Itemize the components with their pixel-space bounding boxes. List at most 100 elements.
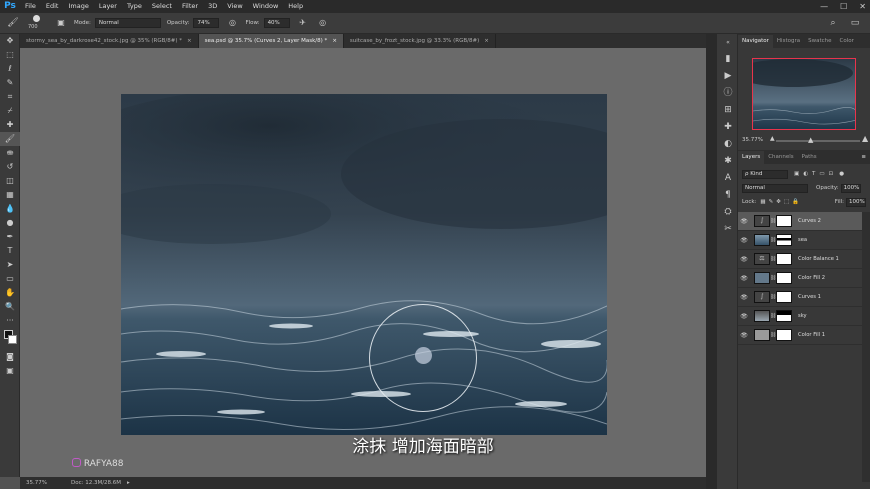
layer-opacity-input[interactable]: 100% <box>840 183 861 193</box>
filter-shape-icon[interactable]: ▭ <box>819 171 824 177</box>
layer-row[interactable]: 👁 ⚖ ⛓ Color Balance 1 <box>738 250 862 269</box>
close-tab-icon[interactable]: × <box>187 38 192 44</box>
tab-histogram[interactable]: Histogra <box>773 35 804 48</box>
lasso-tool-icon[interactable]: ℓ <box>0 62 20 76</box>
zoom-tool-icon[interactable]: 🔍 <box>0 300 20 314</box>
workspace-icon[interactable]: ▭ <box>848 16 862 30</box>
eraser-tool-icon[interactable]: ◫ <box>0 174 20 188</box>
navigator-zoom-value[interactable]: 35.77% <box>742 137 763 143</box>
tab-sea-psd[interactable]: sea.psd @ 35.7% (Curves 2, Layer Mask/8)… <box>198 34 344 48</box>
layer-thumbnail[interactable]: ∫ <box>754 291 770 303</box>
info-panel-icon[interactable]: ⓘ <box>717 85 739 102</box>
zoom-slider[interactable] <box>776 140 860 142</box>
menu-file[interactable]: File <box>20 0 41 13</box>
layer-thumbnail[interactable] <box>754 234 770 246</box>
layer-mask-thumbnail[interactable] <box>776 234 792 246</box>
menu-type[interactable]: Type <box>122 0 147 13</box>
histogram-panel-icon[interactable]: ▮ <box>717 51 739 68</box>
layer-row[interactable]: 👁 ∫ ⛓ Curves 1 <box>738 288 862 307</box>
properties-panel-icon[interactable]: ⊞ <box>717 102 739 119</box>
layer-thumbnail[interactable]: ⚖ <box>754 253 770 265</box>
close-button[interactable]: ✕ <box>859 0 866 13</box>
quick-mask-icon[interactable]: ◙ <box>0 350 20 364</box>
blend-mode-select[interactable]: Normal <box>742 183 808 193</box>
visibility-eye-icon[interactable]: 👁 <box>738 237 750 244</box>
clone-stamp-tool-icon[interactable]: ⛂ <box>0 146 20 160</box>
layer-fill-input[interactable]: 100% <box>846 197 866 207</box>
opacity-input[interactable]: 74% <box>193 18 220 28</box>
lock-pixels-icon[interactable]: ✎ <box>769 199 774 205</box>
layer-thumbnail[interactable] <box>754 329 770 341</box>
menu-edit[interactable]: Edit <box>41 0 64 13</box>
paragraph-panel-icon[interactable]: ¶ <box>717 187 739 204</box>
clone-source-icon[interactable]: ⛭ <box>717 204 739 221</box>
filter-smart-icon[interactable]: ⊡ <box>829 171 834 177</box>
tab-layers[interactable]: Layers <box>738 151 765 164</box>
document-image[interactable] <box>121 94 607 435</box>
shape-tool-icon[interactable]: ▭ <box>0 272 20 286</box>
type-tool-icon[interactable]: T <box>0 244 20 258</box>
layer-mask-thumbnail[interactable] <box>776 215 792 227</box>
layer-mask-thumbnail[interactable] <box>776 272 792 284</box>
visibility-eye-icon[interactable]: 👁 <box>738 218 750 225</box>
path-select-tool-icon[interactable]: ➤ <box>0 258 20 272</box>
visibility-eye-icon[interactable]: 👁 <box>738 294 750 301</box>
tab-stormy-sea[interactable]: stormy_sea_by_darkrose42_stock.jpg @ 35%… <box>20 34 199 48</box>
menu-window[interactable]: Window <box>248 0 284 13</box>
brush-tool-icon[interactable]: 🖌 <box>6 16 20 30</box>
search-icon[interactable]: ⌕ <box>826 16 840 30</box>
zoom-slider-handle[interactable]: ▲ <box>808 136 813 144</box>
visibility-eye-icon[interactable]: 👁 <box>738 256 750 263</box>
menu-3d[interactable]: 3D <box>203 0 222 13</box>
tab-suitcase[interactable]: suitcase_by_frozt_stock.jpg @ 33.3% (RGB… <box>344 34 496 48</box>
lock-all-icon[interactable]: 🔒 <box>792 199 799 205</box>
filter-adjust-icon[interactable]: ◐ <box>803 171 808 177</box>
dodge-tool-icon[interactable]: ● <box>0 216 20 230</box>
layer-row[interactable]: 👁 ∫ ⛓ Curves 2 <box>738 212 862 231</box>
eyedropper-tool-icon[interactable]: ⌿ <box>0 104 20 118</box>
lock-transparent-icon[interactable]: ▦ <box>760 199 765 205</box>
move-tool-icon[interactable]: ✥ <box>0 34 20 48</box>
layer-mask-thumbnail[interactable] <box>776 329 792 341</box>
close-tab-icon[interactable]: × <box>332 38 337 44</box>
visibility-eye-icon[interactable]: 👁 <box>738 313 750 320</box>
layer-row[interactable]: 👁 ⛓ sky <box>738 307 862 326</box>
layer-mask-thumbnail[interactable] <box>776 291 792 303</box>
layer-kind-filter[interactable]: ρ Kind <box>742 169 788 179</box>
more-tools-icon[interactable]: ··· <box>0 314 20 328</box>
marquee-tool-icon[interactable]: ⬚ <box>0 48 20 62</box>
gradient-tool-icon[interactable]: ▦ <box>0 188 20 202</box>
menu-help[interactable]: Help <box>283 0 308 13</box>
brush-presets-icon[interactable]: ✱ <box>717 153 739 170</box>
crop-tool-icon[interactable]: ⌗ <box>0 90 20 104</box>
history-brush-tool-icon[interactable]: ↺ <box>0 160 20 174</box>
layer-thumbnail[interactable]: ∫ <box>754 215 770 227</box>
zoom-in-icon[interactable]: ▲ <box>862 134 868 143</box>
close-tab-icon[interactable]: × <box>484 38 489 44</box>
tab-swatches[interactable]: Swatche <box>804 35 835 48</box>
brush-preset-picker[interactable]: 700 <box>26 14 48 32</box>
layer-row[interactable]: 👁 ⛓ Color Fill 1 <box>738 326 862 345</box>
flow-input[interactable]: 40% <box>263 18 290 28</box>
brush-panel-icon[interactable]: ▣ <box>54 16 68 30</box>
menu-image[interactable]: Image <box>63 0 93 13</box>
menu-layer[interactable]: Layer <box>94 0 122 13</box>
menu-view[interactable]: View <box>222 0 247 13</box>
tab-channels[interactable]: Channels <box>764 151 797 164</box>
minimize-button[interactable]: — <box>820 0 828 13</box>
mode-select[interactable]: Normal <box>94 18 161 28</box>
play-action-icon[interactable]: ▶ <box>717 68 739 85</box>
filter-pixel-icon[interactable]: ▣ <box>794 171 799 177</box>
pen-tool-icon[interactable]: ✒ <box>0 230 20 244</box>
status-zoom[interactable]: 35.77% <box>26 480 47 486</box>
character-panel-icon[interactable]: A <box>717 170 739 187</box>
pressure-size-icon[interactable]: ◎ <box>316 16 330 30</box>
layers-scrollbar[interactable] <box>862 212 870 482</box>
layer-thumbnail[interactable] <box>754 310 770 322</box>
tab-color[interactable]: Color <box>836 35 858 48</box>
color-swatches[interactable] <box>0 328 19 350</box>
airbrush-icon[interactable]: ✈ <box>296 16 310 30</box>
tab-navigator[interactable]: Navigator <box>738 35 773 48</box>
layer-thumbnail[interactable] <box>754 272 770 284</box>
maximize-button[interactable]: ☐ <box>840 0 847 13</box>
